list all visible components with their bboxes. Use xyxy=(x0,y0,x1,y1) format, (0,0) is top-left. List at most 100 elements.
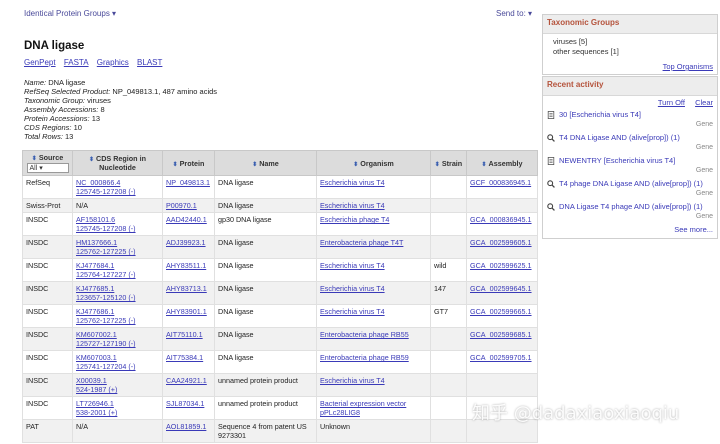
summary-taxgroup: Taxonomic Group: viruses xyxy=(24,96,111,105)
protein-accession-link[interactable]: CAA24921.1 xyxy=(166,376,207,385)
cds-range-link[interactable]: 538-2001 (+) xyxy=(76,408,117,417)
assembly-link[interactable]: GCA_000836945.1 xyxy=(470,215,532,224)
cell-name: unnamed protein product xyxy=(214,396,317,420)
col-strain[interactable]: ⬍ Strain xyxy=(430,150,467,176)
cds-accession-link[interactable]: KJ477685.1 xyxy=(76,284,114,293)
organism-link[interactable]: Escherichia virus T4 xyxy=(320,376,385,385)
organism-link[interactable]: Escherichia phage T4 xyxy=(320,215,389,224)
protein-accession-link[interactable]: AAD42440.1 xyxy=(166,215,207,224)
graphics-link[interactable]: Graphics xyxy=(97,58,129,67)
col-organism[interactable]: ⬍ Organism xyxy=(316,150,431,176)
assembly-link[interactable]: GCA_002599605.1 xyxy=(470,238,532,247)
top-organisms-link[interactable]: Top Organisms xyxy=(663,62,713,71)
recent-activity-label[interactable]: 30 [Escherichia virus T4] xyxy=(559,110,713,120)
cds-accession-link[interactable]: HM137666.1 xyxy=(76,238,117,247)
protein-accession-link[interactable]: AOL81859.1 xyxy=(166,422,206,431)
cell-protein: AIT75384.1 xyxy=(162,350,215,374)
genpept-link[interactable]: GenPept xyxy=(24,58,56,67)
col-cds[interactable]: ⬍ CDS Region in Nucleotide xyxy=(72,150,163,176)
col-protein[interactable]: ⬍ Protein xyxy=(162,150,215,176)
organism-link[interactable]: Bacterial expression vector pPLc28LIG8 xyxy=(320,399,406,417)
organism-link[interactable]: Enterobacteria phage RB59 xyxy=(320,353,409,362)
protein-accession-link[interactable]: P00970.1 xyxy=(166,201,197,210)
assembly-link[interactable]: GCA_002599625.1 xyxy=(470,261,532,270)
organism-link[interactable]: Escherichia virus T4 xyxy=(320,201,385,210)
recent-activity-item[interactable]: 30 [Escherichia virus T4] Gene xyxy=(543,108,717,131)
cell-protein: P00970.1 xyxy=(162,198,215,213)
col-source[interactable]: ⬍ Source All ▾ xyxy=(22,150,73,176)
cds-accession-link[interactable]: KM607002.1 xyxy=(76,330,117,339)
cds-range-link[interactable]: 125727-127190 (-) xyxy=(76,339,136,348)
protein-accession-link[interactable]: AHY83901.1 xyxy=(166,307,207,316)
cds-accession-link[interactable]: KJ477684.1 xyxy=(76,261,114,270)
recent-activity-label[interactable]: NEWENTRY [Escherichia virus T4] xyxy=(559,156,713,166)
col-name[interactable]: ⬍ Name xyxy=(214,150,317,176)
cds-range-link[interactable]: 125764-127227 (-) xyxy=(76,270,136,279)
organism-link[interactable]: Escherichia virus T4 xyxy=(320,178,385,187)
protein-accession-link[interactable]: NP_049813.1 xyxy=(166,178,210,187)
organism-link[interactable]: Enterobacteria phage T4T xyxy=(320,238,403,247)
cds-accession-link[interactable]: LT726946.1 xyxy=(76,399,114,408)
cds-range-link[interactable]: 125745-127208 (-) xyxy=(76,187,136,196)
protein-accession-link[interactable]: ADJ39923.1 xyxy=(166,238,206,247)
cell-cds: N/A xyxy=(72,198,163,213)
assembly-link[interactable]: GCA_002599665.1 xyxy=(470,307,532,316)
cds-accession-link[interactable]: KJ477686.1 xyxy=(76,307,114,316)
organism-link[interactable]: Escherichia virus T4 xyxy=(320,284,385,293)
protein-accession-link[interactable]: AHY83511.1 xyxy=(166,261,206,270)
recent-activity-label[interactable]: T4 phage DNA Ligase AND (alive[prop]) (1… xyxy=(559,179,713,189)
cell-source: INSDC xyxy=(22,350,73,374)
cell-source: RefSeq xyxy=(22,175,73,199)
cell-source: INSDC xyxy=(22,327,73,351)
cds-accession-link[interactable]: NC_000866.4 xyxy=(76,178,120,187)
recent-activity-item[interactable]: DNA Ligase T4 phage AND (alive[prop]) (1… xyxy=(543,200,717,223)
protein-accession-link[interactable]: AHY83713.1 xyxy=(166,284,207,293)
summary-refseq: RefSeq Selected Product: NP_049813.1, 48… xyxy=(24,87,218,96)
protein-accession-link[interactable]: SJL87034.1 xyxy=(166,399,204,408)
assembly-link[interactable]: GCA_002599645.1 xyxy=(470,284,532,293)
tax-item-viruses[interactable]: viruses [5] xyxy=(553,37,707,47)
fasta-link[interactable]: FASTA xyxy=(64,58,89,67)
organism-link[interactable]: Enterobacteria phage RB55 xyxy=(320,330,409,339)
cds-range-link[interactable]: 125762-127225 (-) xyxy=(76,247,136,256)
cell-protein: AIT75110.1 xyxy=(162,327,215,351)
cds-accession-link[interactable]: AF158101.6 xyxy=(76,215,115,224)
cell-organism: Enterobacteria phage RB55 xyxy=(316,327,431,351)
recent-activity-label[interactable]: T4 DNA Ligase AND (alive[prop]) (1) xyxy=(559,133,713,143)
send-to-menu[interactable]: Send to: ▾ xyxy=(496,9,532,18)
summary-cds: CDS Regions: 10 xyxy=(24,123,82,132)
summary-protein: Protein Accessions: 13 xyxy=(24,114,101,123)
cds-range-link[interactable]: 123657-125120 (-) xyxy=(76,293,136,302)
cds-range-link[interactable]: 125745-127208 (-) xyxy=(76,224,136,233)
sort-icon: ⬍ xyxy=(252,161,258,168)
organism-link[interactable]: Escherichia virus T4 xyxy=(320,261,385,270)
taxonomic-groups-panel: Taxonomic Groups viruses [5] other seque… xyxy=(542,14,718,75)
protein-accession-link[interactable]: AIT75384.1 xyxy=(166,353,203,362)
assembly-link[interactable]: GCF_000836945.1 xyxy=(470,178,531,187)
cds-range-link[interactable]: 125762-127225 (-) xyxy=(76,316,136,325)
turn-off-link[interactable]: Turn Off xyxy=(658,98,685,107)
blast-link[interactable]: BLAST xyxy=(137,58,162,67)
assembly-link[interactable]: GCA_002599705.1 xyxy=(470,353,532,362)
recent-activity-db: Gene xyxy=(695,167,713,174)
protein-accession-link[interactable]: AIT75110.1 xyxy=(166,330,203,339)
tax-item-other[interactable]: other sequences [1] xyxy=(553,47,707,57)
assembly-link[interactable]: GCA_002599685.1 xyxy=(470,330,532,339)
cds-range-link[interactable]: 125741-127204 (-) xyxy=(76,362,136,371)
source-filter-select[interactable]: All ▾ xyxy=(26,163,69,173)
cell-strain xyxy=(430,212,467,236)
database-selector[interactable]: Identical Protein Groups ▾ xyxy=(24,9,116,18)
clear-link[interactable]: Clear xyxy=(695,98,713,107)
recent-activity-item[interactable]: NEWENTRY [Escherichia virus T4] Gene xyxy=(543,154,717,177)
cds-accession-link[interactable]: X00039.1 xyxy=(76,376,107,385)
col-assembly[interactable]: ⬍ Assembly xyxy=(466,150,538,176)
cds-accession-link[interactable]: KM607003.1 xyxy=(76,353,117,362)
recent-activity-item[interactable]: T4 DNA Ligase AND (alive[prop]) (1) Gene xyxy=(543,131,717,154)
organism-link[interactable]: Escherichia virus T4 xyxy=(320,307,385,316)
recent-activity-label[interactable]: DNA Ligase T4 phage AND (alive[prop]) (1… xyxy=(559,202,713,212)
search-icon xyxy=(547,203,555,211)
table-row: INSDC X00039.1 524-1987 (+) CAA24921.1 unnam… xyxy=(22,373,538,397)
see-more-link[interactable]: See more... xyxy=(674,225,713,234)
cds-range-link[interactable]: 524-1987 (+) xyxy=(76,385,117,394)
recent-activity-item[interactable]: T4 phage DNA Ligase AND (alive[prop]) (1… xyxy=(543,177,717,200)
